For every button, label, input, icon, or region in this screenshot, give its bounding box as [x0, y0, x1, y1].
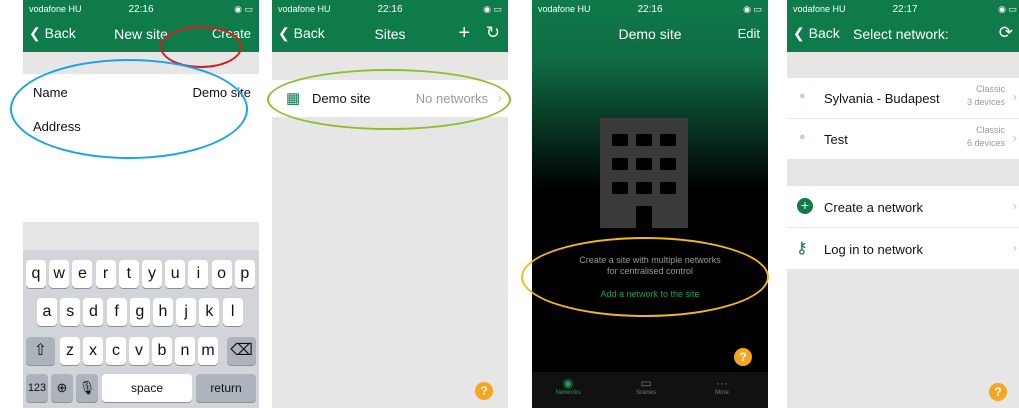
status-bar: vodafone HU 22:16 ◉ ▭	[23, 0, 259, 18]
key-r[interactable]: r	[95, 260, 116, 288]
key-t[interactable]: t	[118, 260, 139, 288]
key-u[interactable]: u	[165, 260, 186, 288]
key-n[interactable]: n	[175, 337, 195, 365]
network-devices: 3 devices	[966, 97, 1005, 107]
highlight-message-ellipse	[521, 237, 769, 317]
select-network-screen: vodafone HU 22:17 ◉ ▭ ❮ Back Select netw…	[787, 0, 1019, 408]
help-icon[interactable]: ?	[734, 348, 752, 366]
chevron-right-icon: ›	[1012, 89, 1017, 104]
back-button[interactable]: ❮ Back	[793, 25, 840, 42]
numbers-key[interactable]: 123	[26, 374, 48, 402]
key-z[interactable]: z	[60, 337, 80, 365]
help-icon[interactable]: ?	[475, 382, 493, 400]
key-o[interactable]: o	[211, 260, 232, 288]
return-key[interactable]: return	[196, 374, 256, 402]
help-icon[interactable]: ?	[989, 383, 1007, 401]
shift-key[interactable]: ⇧	[26, 337, 55, 365]
key-x[interactable]: x	[83, 337, 103, 365]
key-w[interactable]: w	[49, 260, 70, 288]
network-icon: ●	[799, 90, 806, 102]
chevron-right-icon: ›	[1012, 198, 1017, 213]
status-bar: vodafone HU 22:17 ◉ ▭	[787, 0, 1019, 18]
demo-site-screen: vodafone HU 22:16 ◉ ▭ Demo site Edit Cre…	[532, 0, 768, 408]
nav-bar: ❮ Back Select network: ⟳	[787, 18, 1019, 52]
key-h[interactable]: h	[153, 298, 173, 326]
network-type: Classic	[975, 125, 1005, 135]
clock: 22:17	[892, 3, 918, 15]
clock: 22:16	[128, 3, 154, 15]
tab-more[interactable]: ··· More	[702, 376, 742, 396]
create-network-row[interactable]: + Create a network ›	[787, 186, 1019, 228]
network-icon: ●	[799, 131, 806, 143]
sites-screen: vodafone HU 22:16 ◉ ▭ ❮ Back Sites + ↻ ▦…	[272, 0, 508, 408]
clock: 22:16	[637, 3, 663, 15]
chevron-right-icon: ›	[1012, 240, 1017, 255]
refresh-icon[interactable]: ⟳	[999, 23, 1013, 43]
status-bar: vodafone HU 22:16 ◉ ▭	[532, 0, 768, 18]
highlight-form-ellipse	[10, 59, 248, 159]
globe-icon[interactable]: ⊕	[51, 374, 73, 402]
key-f[interactable]: f	[106, 298, 127, 326]
key-s[interactable]: s	[60, 298, 81, 326]
key-p[interactable]: p	[234, 260, 255, 288]
key-q[interactable]: q	[26, 260, 46, 288]
nav-bar: ❮ Back Sites + ↻	[272, 18, 508, 52]
key-l[interactable]: l	[222, 298, 243, 326]
key-c[interactable]: c	[106, 337, 126, 365]
space-key[interactable]: space	[102, 374, 192, 402]
key-g[interactable]: g	[129, 298, 150, 326]
key-y[interactable]: y	[142, 260, 162, 288]
key-d[interactable]: d	[83, 298, 104, 326]
highlight-site-ellipse	[267, 69, 511, 130]
add-icon[interactable]: +	[458, 22, 470, 45]
chevron-right-icon: ›	[1012, 130, 1017, 145]
microphone-icon[interactable]: 🎙	[76, 374, 98, 402]
key-m[interactable]: m	[198, 337, 218, 365]
more-icon: ···	[716, 376, 728, 390]
edit-button[interactable]: Edit	[738, 26, 760, 41]
login-network-row[interactable]: ⚷ Log in to network ›	[787, 228, 1019, 269]
status-bar: vodafone HU 22:16 ◉ ▭	[272, 0, 508, 18]
plus-circle-icon: +	[797, 198, 813, 214]
create-network-label: Create a network	[824, 200, 923, 215]
clock: 22:16	[377, 3, 403, 15]
key-e[interactable]: e	[72, 260, 93, 288]
keyboard: qwertyuiop asdfghjkl zxcvbnm ⇧ ⌫ 123 ⊕ 🎙…	[23, 250, 259, 408]
network-row[interactable]: ● Test Classic 6 devices ›	[787, 119, 1019, 159]
page-title: Select network:	[853, 26, 949, 42]
key-v[interactable]: v	[129, 337, 149, 365]
building-icon	[600, 118, 688, 228]
key-b[interactable]: b	[152, 337, 172, 365]
key-k[interactable]: k	[199, 298, 220, 326]
chevron-left-icon: ❮	[793, 25, 809, 41]
page-title: Demo site	[618, 26, 682, 42]
nav-bar: Demo site Edit	[532, 18, 768, 52]
tab-scenes[interactable]: ▭ Scenes	[626, 376, 666, 396]
login-network-label: Log in to network	[824, 242, 924, 257]
key-j[interactable]: j	[176, 298, 197, 326]
network-name: Test	[824, 132, 848, 147]
networks-icon: ◉	[562, 376, 574, 390]
tab-bar: ◉ Networks ▭ Scenes ··· More	[532, 372, 768, 408]
refresh-icon[interactable]: ↻	[486, 23, 500, 43]
key-i[interactable]: i	[188, 260, 209, 288]
network-type: Classic	[975, 84, 1005, 94]
delete-key[interactable]: ⌫	[227, 337, 256, 365]
scenes-icon: ▭	[640, 376, 652, 390]
key-icon: ⚷	[796, 240, 808, 257]
network-name: Sylvania - Budapest	[824, 91, 940, 106]
network-devices: 6 devices	[966, 138, 1005, 148]
page-title: Sites	[374, 26, 406, 42]
key-a[interactable]: a	[37, 298, 57, 326]
network-row[interactable]: ● Sylvania - Budapest Classic 3 devices …	[787, 78, 1019, 119]
tab-networks[interactable]: ◉ Networks	[548, 376, 588, 396]
